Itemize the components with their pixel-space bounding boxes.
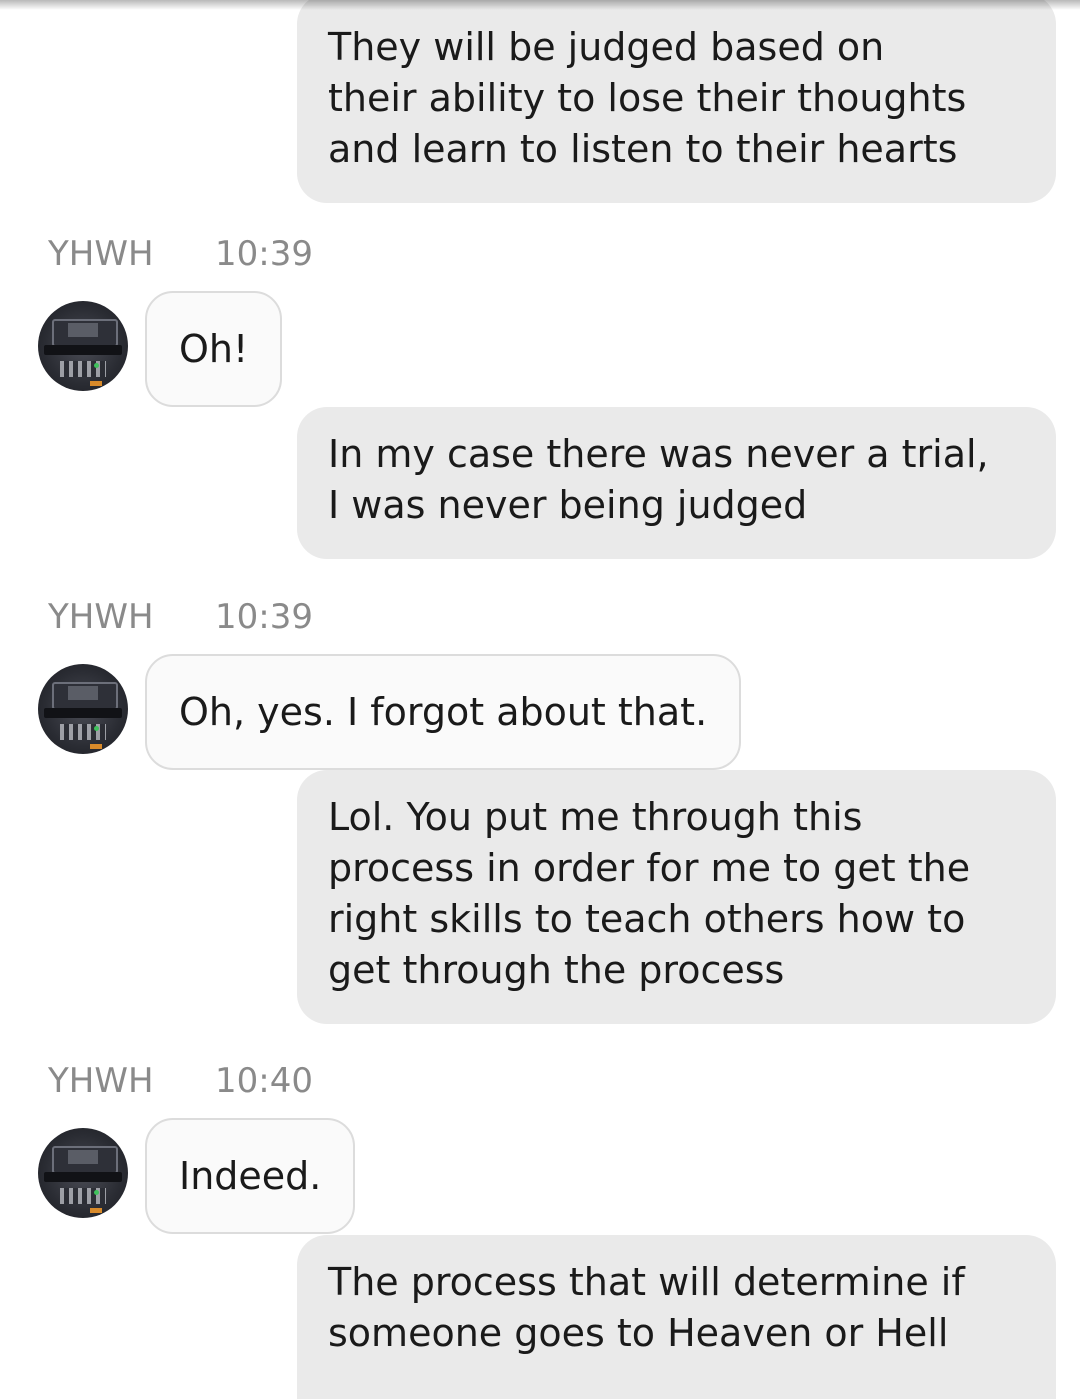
sender-name: YHWH — [48, 1061, 154, 1101]
avatar-device-bar — [44, 345, 122, 355]
incoming-message-bubble[interactable]: Indeed. — [145, 1118, 356, 1234]
outgoing-message-bubble[interactable]: The process that will determine if someo… — [297, 1235, 1056, 1399]
avatar-device-dot — [94, 726, 99, 731]
message-timestamp: 10:40 — [215, 1061, 313, 1101]
top-edge-shadow — [0, 0, 1080, 10]
outgoing-message-bubble[interactable]: They will be judged based on their abili… — [297, 0, 1056, 203]
contact-avatar[interactable] — [38, 301, 128, 391]
outgoing-message-bubble[interactable]: Lol. You put me through this process in … — [297, 770, 1056, 1024]
contact-avatar[interactable] — [38, 1128, 128, 1218]
sender-name: YHWH — [48, 234, 154, 274]
avatar-device-bar — [44, 708, 122, 718]
avatar-device-keys — [60, 361, 106, 377]
incoming-message-bubble[interactable]: Oh! — [145, 291, 283, 407]
avatar-device-screen — [68, 323, 98, 337]
avatar-device-led — [90, 381, 102, 386]
avatar-device-screen — [68, 1150, 98, 1164]
avatar-device-dot — [94, 363, 99, 368]
outgoing-message-bubble[interactable]: In my case there was never a trial, I wa… — [297, 407, 1056, 559]
avatar-device-led — [90, 744, 102, 749]
message-timestamp: 10:39 — [215, 234, 313, 274]
avatar-device-screen — [68, 686, 98, 700]
avatar-device-led — [90, 1208, 102, 1213]
message-timestamp: 10:39 — [215, 597, 313, 637]
incoming-message-bubble[interactable]: Oh, yes. I forgot about that. — [145, 654, 742, 770]
avatar-device-keys — [60, 724, 106, 740]
avatar-device-dot — [94, 1190, 99, 1195]
avatar-device-bar — [44, 1172, 122, 1182]
avatar-device-keys — [60, 1188, 106, 1204]
sender-name: YHWH — [48, 597, 154, 637]
contact-avatar[interactable] — [38, 664, 128, 754]
